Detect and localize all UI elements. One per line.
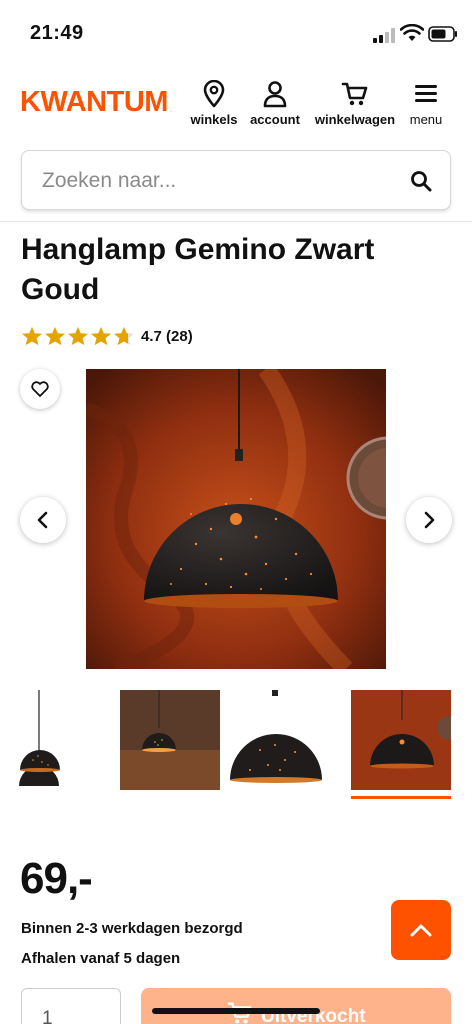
product-main-image[interactable] xyxy=(86,369,386,669)
site-header: KWANTUM winkels account winkelwagen menu xyxy=(0,76,472,136)
pickup-info: Afhalen vanaf 5 dagen xyxy=(21,950,181,967)
scroll-to-top-button[interactable] xyxy=(391,900,451,960)
thumbnail-strip xyxy=(0,690,472,800)
wifi-icon xyxy=(400,24,424,41)
cart-icon xyxy=(341,82,368,106)
star-full-icon xyxy=(68,326,88,346)
heart-icon xyxy=(31,381,49,397)
header-divider xyxy=(0,221,472,222)
nav-winkels-label: winkels xyxy=(190,112,238,127)
thumbnail-3[interactable] xyxy=(230,690,330,790)
favorite-button[interactable] xyxy=(20,369,60,409)
kwantum-logo[interactable]: KWANTUM xyxy=(20,86,168,119)
nav-menu-label: menu xyxy=(409,112,443,127)
product-rating[interactable]: 4.7 (28) xyxy=(21,326,193,346)
thumbnail-4-active[interactable] xyxy=(351,690,451,790)
rating-text: 4.7 (28) xyxy=(141,327,193,345)
star-full-icon xyxy=(91,326,111,346)
search-input[interactable]: Zoeken naar... xyxy=(21,150,451,210)
product-price: 69,- xyxy=(20,854,93,903)
star-full-icon xyxy=(45,326,65,346)
nav-account-label: account xyxy=(250,112,300,127)
star-full-icon xyxy=(22,326,42,346)
rating-stars xyxy=(21,326,135,346)
nav-account[interactable]: account xyxy=(247,80,303,127)
chevron-right-icon xyxy=(424,511,435,529)
next-image-peek xyxy=(346,413,386,543)
nav-winkelwagen[interactable]: winkelwagen xyxy=(312,80,398,127)
nav-winkelwagen-label: winkelwagen xyxy=(314,112,396,127)
thumbnail-2[interactable] xyxy=(120,690,220,790)
add-to-cart-button[interactable]: Uitverkocht xyxy=(141,988,451,1024)
product-title: Hanglamp Gemino Zwart Goud xyxy=(21,233,375,306)
battery-icon xyxy=(428,26,457,42)
status-time: 21:49 xyxy=(30,22,84,44)
location-pin-icon xyxy=(203,80,225,108)
chevron-left-icon xyxy=(37,511,48,529)
hamburger-menu-icon xyxy=(415,85,437,102)
home-indicator xyxy=(152,1008,320,1014)
search-icon[interactable] xyxy=(410,170,432,192)
cellular-signal-icon xyxy=(373,28,395,43)
status-bar: 21:49 xyxy=(0,0,472,64)
thumbnail-1[interactable] xyxy=(0,690,100,790)
next-image-button[interactable] xyxy=(406,497,452,543)
quantity-input[interactable]: 1 xyxy=(21,988,121,1024)
nav-menu[interactable]: menu xyxy=(407,80,445,127)
chevron-up-icon xyxy=(410,924,432,937)
product-page: 21:49 KWANTUM winkels account winkelwage… xyxy=(0,0,472,1024)
nav-winkels[interactable]: winkels xyxy=(190,80,238,127)
user-icon xyxy=(263,81,287,108)
delivery-info: Binnen 2-3 werkdagen bezorgd xyxy=(21,920,243,937)
quantity-value: 1 xyxy=(42,1008,53,1024)
active-thumbnail-indicator xyxy=(351,796,451,799)
search-placeholder: Zoeken naar... xyxy=(42,169,177,192)
previous-image-button[interactable] xyxy=(20,497,66,543)
star-partial-icon xyxy=(114,326,134,346)
